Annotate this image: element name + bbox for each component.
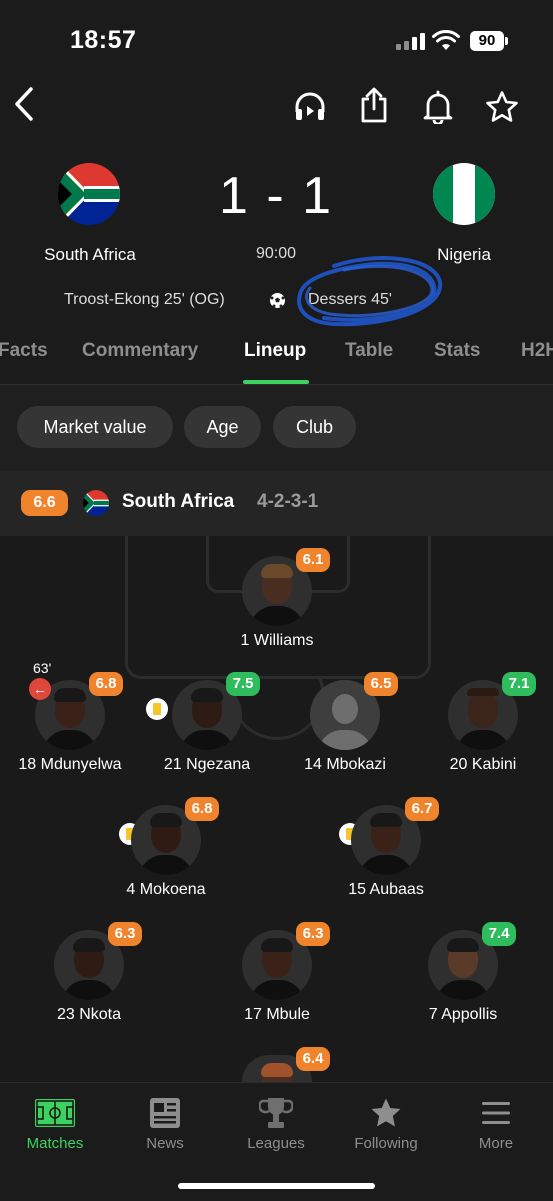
handwritten-circle-annotation (297, 256, 443, 327)
player-name: 14 Mbokazi (304, 756, 386, 773)
player-card[interactable]: 6.7 15 Aubaas (311, 797, 461, 905)
tab-facts[interactable]: Facts (0, 340, 48, 362)
player-card[interactable]: 7.5 21 Ngezana (132, 672, 282, 780)
player-rating: 6.8 (89, 672, 123, 696)
trophy-icon (254, 1093, 298, 1133)
player-name: 7 Appollis (428, 1006, 498, 1023)
headphones-icon (295, 92, 325, 120)
filter-market-value[interactable]: Market value (17, 406, 173, 448)
player-name: 20 Kabini (449, 756, 517, 773)
nav-label: More (478, 1135, 514, 1152)
share-icon (361, 87, 387, 123)
player-name: 18 Mdunyelwa (18, 756, 122, 773)
wifi-icon (432, 30, 460, 50)
share-button[interactable] (354, 85, 394, 125)
tab-h2h[interactable]: H2H (521, 340, 553, 362)
nav-more[interactable]: More (441, 1083, 551, 1152)
notifications-button[interactable] (418, 87, 458, 127)
tab-stats[interactable]: Stats (434, 340, 480, 362)
team-rating-badge: 6.6 (21, 490, 68, 516)
home-team-name[interactable]: South Africa (0, 245, 180, 265)
football-icon (270, 293, 285, 308)
player-rating: 7.5 (226, 672, 260, 696)
player-rating: 7.4 (482, 922, 516, 946)
substitution-minute: 63' (33, 660, 52, 676)
player-name: 17 Mbule (244, 1006, 310, 1023)
player-card[interactable]: 6.8 4 Mokoena (91, 797, 241, 905)
filter-age[interactable]: Age (184, 406, 261, 448)
nav-label: Matches (26, 1135, 84, 1152)
player-card[interactable]: 6.5 14 Mbokazi (270, 672, 420, 780)
pitch-icon (33, 1093, 77, 1133)
player-card[interactable]: 63' ← 6.8 18 Mdunyelwa (0, 660, 145, 780)
player-rating: 6.1 (296, 548, 330, 572)
player-card[interactable]: 6.1 1 Williams (202, 548, 352, 656)
nav-label: Leagues (247, 1135, 305, 1152)
bell-icon (423, 90, 453, 124)
player-name: 23 Nkota (56, 1006, 122, 1023)
south-africa-flag-icon[interactable] (58, 163, 120, 225)
player-rating: 7.1 (502, 672, 536, 696)
player-card[interactable]: 6.3 17 Mbule (202, 922, 352, 1030)
player-card[interactable]: 7.4 7 Appollis (388, 922, 538, 1030)
back-button[interactable] (4, 84, 44, 124)
active-tab-indicator (243, 380, 309, 384)
player-card[interactable]: 6.4 (202, 1047, 352, 1082)
favorite-button[interactable] (482, 87, 522, 127)
player-rating: 6.4 (296, 1047, 330, 1071)
nav-label: Following (354, 1135, 418, 1152)
newspaper-icon (143, 1093, 187, 1133)
player-name: 4 Mokoena (126, 881, 206, 898)
filter-club[interactable]: Club (273, 406, 356, 448)
menu-icon (474, 1093, 518, 1133)
yellow-card-icon (146, 698, 168, 720)
player-name: 1 Williams (240, 632, 314, 649)
audio-button[interactable] (290, 87, 330, 127)
nav-leagues[interactable]: Leagues (221, 1083, 331, 1152)
team-formation: 4-2-3-1 (257, 491, 319, 512)
player-card[interactable]: 7.1 20 Kabini (408, 672, 553, 780)
player-name: 15 Aubaas (348, 881, 424, 898)
match-score: 1 - 1 (218, 167, 334, 225)
player-card[interactable]: 6.3 23 Nkota (14, 922, 164, 1030)
chevron-left-icon (15, 87, 33, 121)
player-rating: 6.3 (296, 922, 330, 946)
player-rating: 6.5 (364, 672, 398, 696)
player-rating: 6.7 (405, 797, 439, 821)
battery-tip (505, 37, 508, 45)
tab-commentary[interactable]: Commentary (82, 340, 198, 362)
nigeria-flag-icon[interactable] (433, 163, 495, 225)
home-scorer: Troost-Ekong 25' (OG) (64, 291, 225, 308)
nav-following[interactable]: Following (331, 1083, 441, 1152)
star-filled-icon (364, 1093, 408, 1133)
tab-lineup[interactable]: Lineup (244, 340, 306, 362)
player-rating: 6.3 (108, 922, 142, 946)
nav-matches[interactable]: Matches (0, 1083, 110, 1152)
player-name: 21 Ngezana (163, 756, 251, 773)
status-time: 18:57 (70, 26, 137, 54)
team-lineup-name: South Africa (122, 491, 235, 512)
nav-news[interactable]: News (110, 1083, 220, 1152)
substitution-out-icon: ← (29, 678, 51, 700)
battery-icon: 90 (470, 31, 504, 51)
star-icon (486, 91, 518, 122)
player-rating: 6.8 (185, 797, 219, 821)
cellular-signal-icon (396, 32, 426, 50)
home-indicator (178, 1183, 375, 1189)
nav-label: News (146, 1135, 184, 1152)
south-africa-flag-small-icon (83, 490, 109, 516)
tab-table[interactable]: Table (345, 340, 393, 362)
